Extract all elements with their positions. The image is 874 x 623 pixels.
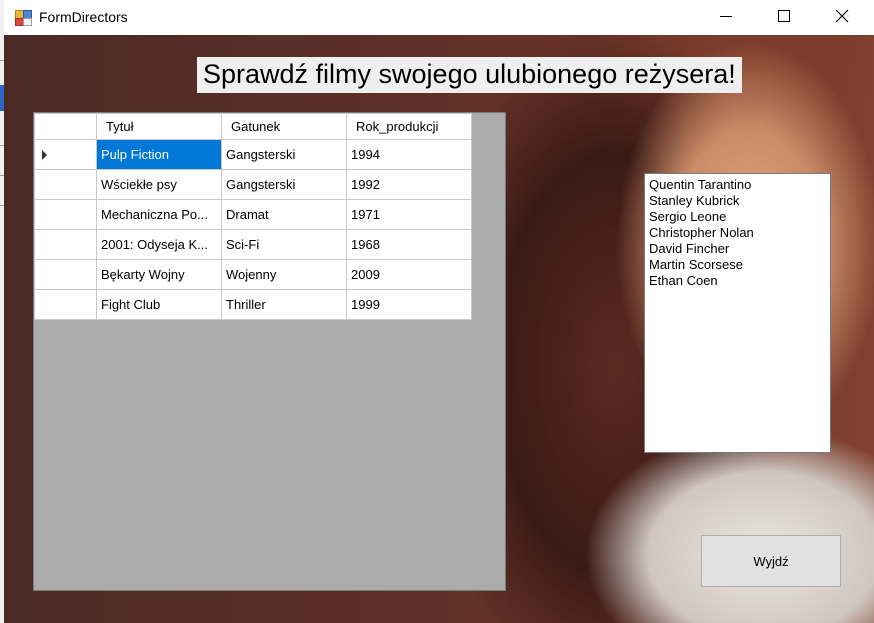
cell-genre[interactable]: Dramat [221,199,347,230]
cell-title[interactable]: Bękarty Wojny [96,259,222,290]
cell-year[interactable]: 1999 [346,289,472,320]
cell-title[interactable]: Mechaniczna Po... [96,199,222,230]
minimize-button[interactable] [704,0,750,33]
column-header-title[interactable]: Tytuł [96,113,222,140]
cell-title[interactable]: Pulp Fiction [96,139,222,170]
list-item[interactable]: Martin Scorsese [645,257,830,273]
cell-year[interactable]: 1992 [346,169,472,200]
row-header[interactable] [34,289,97,320]
list-item[interactable]: David Fincher [645,241,830,257]
column-header-year[interactable]: Rok_produkcji [346,113,472,140]
cell-genre[interactable]: Gangsterski [221,169,347,200]
cell-year[interactable]: 2009 [346,259,472,290]
row-header[interactable] [34,259,97,290]
directors-listbox[interactable]: Quentin Tarantino Stanley Kubrick Sergio… [644,173,831,453]
cell-title[interactable]: Fight Club [96,289,222,320]
cell-genre[interactable]: Wojenny [221,259,347,290]
cell-year[interactable]: 1971 [346,199,472,230]
table-row[interactable]: Wściekłe psy Gangsterski 1992 [34,169,472,200]
row-header[interactable] [34,199,97,230]
cell-title[interactable]: 2001: Odyseja K... [96,229,222,260]
minimize-icon [720,16,732,17]
title-bar[interactable]: FormDirectors [4,0,874,35]
cell-genre[interactable]: Sci-Fi [221,229,347,260]
list-item[interactable]: Quentin Tarantino [645,177,830,193]
table-row[interactable]: Pulp Fiction Gangsterski 1994 [34,139,472,170]
row-header[interactable] [34,139,97,170]
cell-title[interactable]: Wściekłe psy [96,169,222,200]
client-area: Sprawdź filmy swojego ulubionego reżyser… [4,35,874,623]
cell-genre[interactable]: Thriller [221,289,347,320]
cell-year[interactable]: 1968 [346,229,472,260]
cell-year[interactable]: 1994 [346,139,472,170]
app-form-icon [15,10,32,26]
row-header[interactable] [34,229,97,260]
table-row[interactable]: Mechaniczna Po... Dramat 1971 [34,199,472,230]
form-directors-window: FormDirectors Sprawdź filmy swojego ulub… [4,0,874,623]
row-arrow-icon [42,150,47,160]
maximize-button[interactable] [762,0,808,33]
list-item[interactable]: Ethan Coen [645,273,830,289]
list-item[interactable]: Stanley Kubrick [645,193,830,209]
list-item[interactable]: Sergio Leone [645,209,830,225]
window-title: FormDirectors [39,9,128,25]
close-icon [835,9,849,23]
exit-button[interactable]: Wyjdź [701,535,841,587]
row-header[interactable] [34,169,97,200]
cell-genre[interactable]: Gangsterski [221,139,347,170]
grid-corner-header[interactable] [34,113,97,140]
table-row[interactable]: Fight Club Thriller 1999 [34,289,472,320]
close-button[interactable] [820,0,866,33]
maximize-icon [778,10,790,22]
header-label: Sprawdź filmy swojego ulubionego reżyser… [197,57,742,93]
table-row[interactable]: 2001: Odyseja K... Sci-Fi 1968 [34,229,472,260]
column-header-genre[interactable]: Gatunek [221,113,347,140]
list-item[interactable]: Christopher Nolan [645,225,830,241]
grid-header-row: Tytuł Gatunek Rok_produkcji [34,113,472,140]
table-row[interactable]: Bękarty Wojny Wojenny 2009 [34,259,472,290]
movies-datagrid[interactable]: Tytuł Gatunek Rok_produkcji Pulp Fiction… [33,112,506,591]
